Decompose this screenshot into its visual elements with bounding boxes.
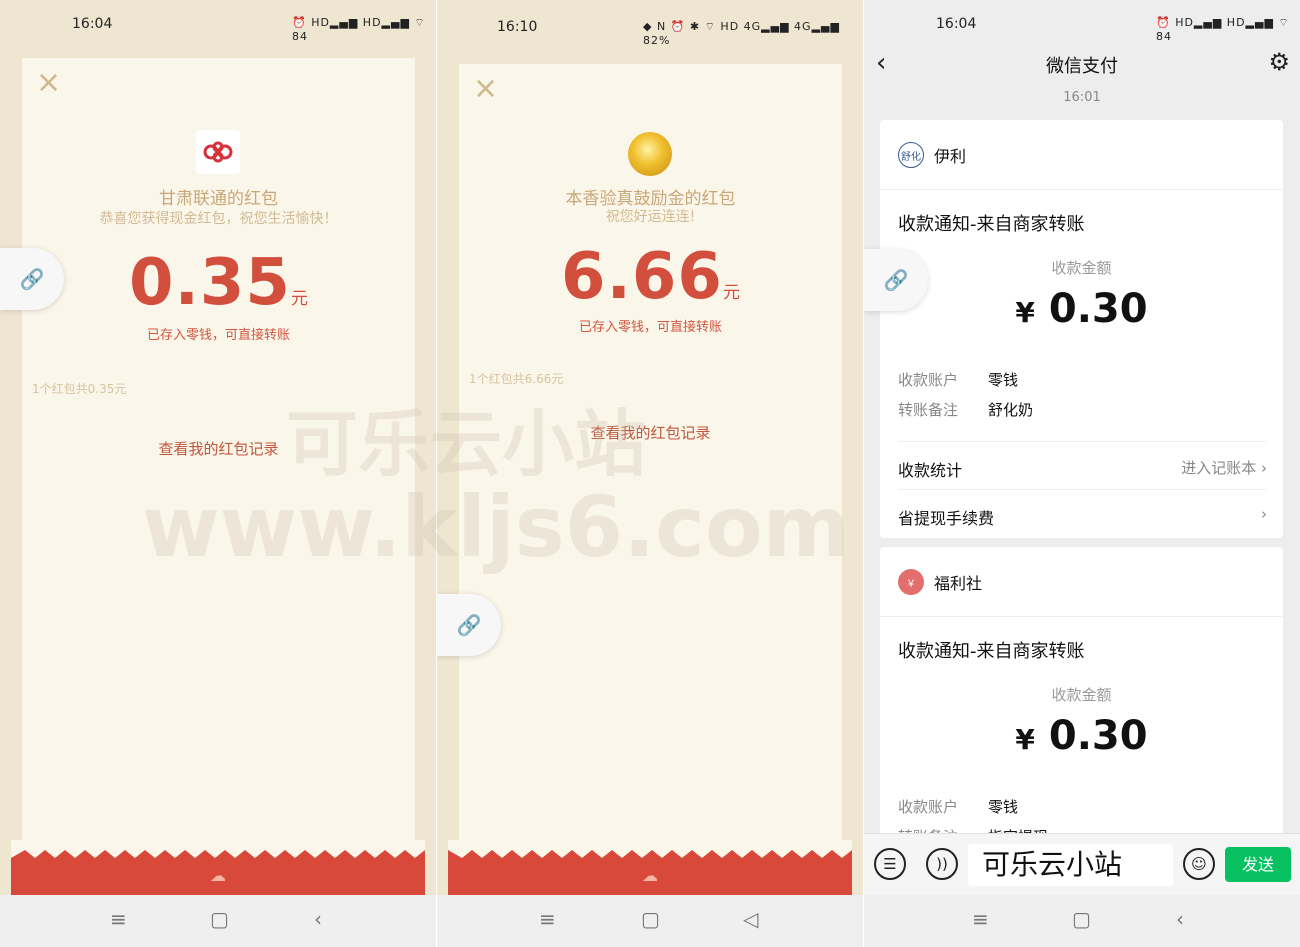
amount-unit: 元	[290, 289, 308, 309]
link-icon[interactable]: 🔗	[0, 248, 64, 310]
status-icons: ◆ N ⏰ ✱ ⌔ HD 4G▂▄▆ 4G▂▄▆ 82%	[643, 20, 840, 47]
notice-title: 收款通知-来自商家转账	[898, 214, 1085, 235]
status-icons: ⏰ HD▂▄▆ HD▂▄▆ ⌔ 84	[292, 16, 426, 43]
merchant-header: ￥ 福利社	[898, 569, 982, 595]
payment-notice-card[interactable]: ￥ 福利社 收款通知-来自商家转账 收款金额 ¥0.30 收款账户零钱 转账备注…	[880, 547, 1283, 837]
chat-header: ‹ 微信支付 ⚙	[864, 40, 1300, 86]
red-packet-amount: 0.35元	[22, 246, 415, 320]
currency-symbol: ¥	[1015, 296, 1035, 329]
deposit-note: 已存入零钱，可直接转账	[578, 320, 722, 335]
divider	[880, 616, 1283, 617]
gear-icon[interactable]: ⚙	[1268, 48, 1290, 76]
menu-list-icon[interactable]: ☰	[874, 848, 906, 880]
detail-row-account: 收款账户 零钱	[898, 796, 1018, 817]
detail-value: 零钱	[988, 371, 1019, 389]
message-input[interactable]: 可乐云小站	[968, 844, 1173, 886]
voice-icon[interactable]: ))	[926, 848, 958, 880]
cloud-logo-icon: ☁	[210, 866, 226, 885]
detail-row-remark: 转账备注 舒化奶	[898, 399, 1033, 420]
status-bar: 16:04 ⏰ HD▂▄▆ HD▂▄▆ ⌔ 84	[0, 0, 436, 43]
message-time: 16:01	[1063, 90, 1101, 105]
chevron-right-icon: ›	[1261, 459, 1267, 477]
red-packet-greeting: 恭喜您获得现金红包，祝您生活愉快！	[99, 211, 338, 227]
merchant-avatar: ￥	[898, 569, 924, 595]
emoji-icon[interactable]: ☺	[1183, 848, 1215, 880]
merchant-name: 伊利	[934, 147, 967, 166]
send-button[interactable]: 发送	[1225, 847, 1291, 882]
watermark-text: 可乐云小站	[286, 402, 647, 486]
fee-row[interactable]: 省提现手续费 ›	[898, 505, 1267, 529]
divider	[880, 189, 1283, 190]
deposit-note: 已存入零钱，可直接转账	[146, 328, 290, 343]
amount-label: 收款金额	[1051, 259, 1112, 277]
wechat-pay-panel: 16:04 ⏰ HD▂▄▆ HD▂▄▆ ⌔ 84 ‹ 微信支付 ⚙ 16:01 …	[864, 0, 1300, 947]
payment-amount: ¥0.30	[880, 286, 1283, 332]
detail-value: 零钱	[988, 798, 1019, 816]
merchant-header: 舒化 伊利	[898, 142, 966, 168]
status-icons: ⏰ HD▂▄▆ HD▂▄▆ ⌔ 84	[1156, 16, 1290, 43]
amount-value: 0.30	[1048, 713, 1148, 759]
status-bar: 16:10 ◆ N ⏰ ✱ ⌔ HD 4G▂▄▆ 4G▂▄▆ 82%	[437, 0, 863, 47]
fee-label: 省提现手续费	[898, 509, 995, 528]
red-packet-amount: 6.66元	[459, 240, 842, 314]
amount-value: 0.35	[129, 246, 291, 320]
divider	[898, 489, 1267, 490]
chat-title: 微信支付	[1046, 56, 1118, 77]
amount-label: 收款金额	[1051, 686, 1112, 704]
notice-title: 收款通知-来自商家转账	[898, 641, 1085, 662]
home-icon[interactable]: ▢	[1072, 907, 1091, 931]
stats-label: 收款统计	[898, 461, 963, 480]
merchant-name: 福利社	[934, 574, 983, 593]
amount-value: 0.30	[1048, 286, 1148, 332]
system-nav-bar: ≡ ▢ ◁	[437, 895, 863, 947]
stats-row[interactable]: 收款统计 进入记账本 ›	[898, 457, 1267, 481]
status-bar: 16:04 ⏰ HD▂▄▆ HD▂▄▆ ⌔ 84	[864, 0, 1300, 43]
status-time: 16:04	[936, 16, 977, 32]
amount-value: 6.66	[561, 240, 723, 314]
back-icon[interactable]: ‹	[1176, 907, 1184, 931]
zigzag-edge	[448, 840, 852, 858]
red-packet-footer: ☁	[11, 840, 425, 897]
close-icon[interactable]: ×	[473, 74, 498, 104]
menu-icon[interactable]: ≡	[110, 907, 127, 931]
system-nav-bar: ≡ ▢ ‹	[0, 895, 436, 947]
zigzag-edge	[11, 840, 425, 858]
payment-amount: ¥0.30	[880, 713, 1283, 759]
red-packet-footer: ☁	[448, 840, 852, 897]
close-icon[interactable]: ×	[36, 68, 61, 98]
watermark-url: www.kljs6.com	[142, 478, 851, 576]
status-time: 16:04	[72, 16, 113, 32]
link-icon[interactable]: 🔗	[864, 249, 928, 311]
china-unicom-logo-icon	[196, 130, 240, 174]
detail-key: 收款账户	[898, 371, 959, 389]
chat-input-bar: ☰ )) 可乐云小站 ☺ 发送	[864, 833, 1300, 895]
detail-row-account: 收款账户 零钱	[898, 369, 1018, 390]
menu-icon[interactable]: ≡	[539, 907, 556, 931]
gold-coin-icon	[628, 132, 672, 176]
back-icon[interactable]: ‹	[314, 907, 322, 931]
detail-value: 舒化奶	[988, 401, 1034, 419]
divider	[898, 441, 1267, 442]
merchant-avatar: 舒化	[898, 142, 924, 168]
detail-key: 收款账户	[898, 798, 959, 816]
system-nav-bar: ≡ ▢ ‹	[864, 895, 1300, 947]
packet-count: 1个红包共0.35元	[32, 382, 127, 396]
home-icon[interactable]: ▢	[641, 907, 660, 931]
home-icon[interactable]: ▢	[210, 907, 229, 931]
cloud-logo-icon: ☁	[642, 866, 658, 885]
menu-icon[interactable]: ≡	[972, 907, 989, 931]
status-time: 16:10	[497, 19, 538, 35]
amount-unit: 元	[722, 283, 740, 303]
ledger-link-label: 进入记账本	[1181, 459, 1257, 477]
ledger-link[interactable]: 进入记账本 ›	[1181, 457, 1267, 478]
red-packet-greeting: 祝您好运连连!	[605, 209, 696, 225]
chevron-right-icon: ›	[1261, 505, 1267, 523]
detail-key: 转账备注	[898, 401, 959, 419]
payment-notice-card[interactable]: 舒化 伊利 收款通知-来自商家转账 收款金额 ¥0.30 收款账户 零钱 转账备注…	[880, 120, 1283, 538]
link-icon[interactable]: 🔗	[437, 594, 501, 656]
currency-symbol: ¥	[1015, 723, 1035, 756]
red-packet-sender-title: 甘肃联通的红包	[159, 189, 278, 209]
back-icon[interactable]: ◁	[743, 907, 758, 931]
